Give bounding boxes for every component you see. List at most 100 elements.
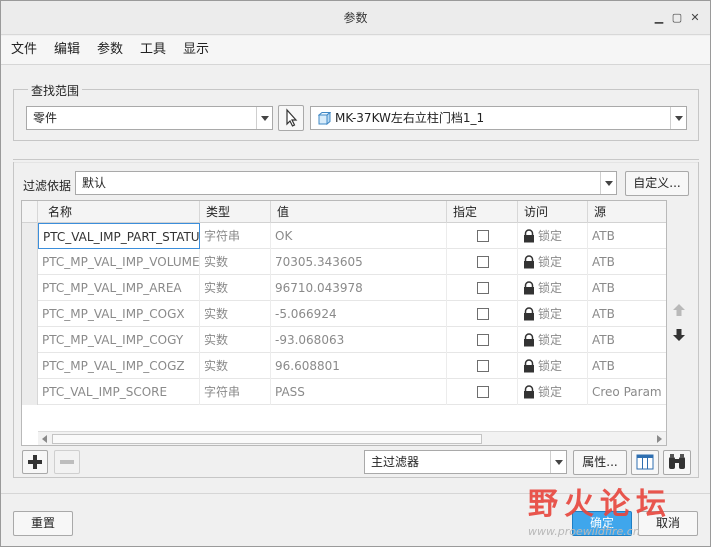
menu-tools[interactable]: 工具	[140, 36, 166, 64]
cell-designate[interactable]	[447, 301, 518, 327]
access-label: 锁定	[538, 385, 563, 399]
table-columns-button[interactable]	[631, 450, 659, 475]
model-dropdown[interactable]: MK-37KW左右立柱门档1_1	[310, 106, 687, 130]
properties-button[interactable]: 属性...	[573, 450, 627, 475]
customize-button[interactable]: 自定义...	[625, 171, 689, 196]
remove-parameter-button[interactable]	[54, 450, 80, 474]
lock-icon	[524, 281, 534, 295]
cell-designate[interactable]	[447, 223, 518, 249]
row-header[interactable]	[22, 249, 38, 275]
cell-type[interactable]: 实数	[200, 249, 271, 275]
cell-name[interactable]: PTC_VAL_IMP_SCORE	[38, 379, 200, 405]
cell-type[interactable]: 字符串	[200, 379, 271, 405]
table-row[interactable]: PTC_MP_VAL_IMP_COGX 实数 -5.066924 锁定 ATB	[22, 301, 666, 327]
designate-checkbox[interactable]	[477, 386, 489, 398]
row-header[interactable]	[22, 275, 38, 301]
cell-source[interactable]: ATB	[588, 223, 666, 249]
menu-edit[interactable]: 编辑	[54, 36, 80, 64]
row-header[interactable]	[22, 301, 38, 327]
cell-source[interactable]: ATB	[588, 327, 666, 353]
cell-designate[interactable]	[447, 327, 518, 353]
header-type[interactable]: 类型	[200, 201, 271, 223]
table-row[interactable]: PTC_VAL_IMP_PART_STATUS 字符串 OK 锁定 ATB	[22, 223, 666, 249]
header-designate[interactable]: 指定	[447, 201, 518, 223]
cell-source[interactable]: Creo Param	[588, 379, 666, 405]
add-parameter-button[interactable]	[22, 450, 48, 474]
cell-value[interactable]: -5.066924	[271, 301, 447, 327]
header-name[interactable]: 名称	[38, 201, 200, 223]
scroll-right-icon[interactable]	[657, 435, 662, 443]
cell-name[interactable]: PTC_MP_VAL_IMP_AREA	[38, 275, 200, 301]
header-source[interactable]: 源	[588, 201, 666, 223]
select-model-button[interactable]	[278, 105, 304, 131]
maximize-icon[interactable]: ▢	[670, 11, 684, 25]
table-row[interactable]: PTC_MP_VAL_IMP_VOLUME 实数 70305.343605 锁定 ATB	[22, 249, 666, 275]
designate-checkbox[interactable]	[477, 256, 489, 268]
cell-type[interactable]: 实数	[200, 353, 271, 379]
cell-access[interactable]: 锁定	[518, 301, 588, 327]
cell-access[interactable]: 锁定	[518, 275, 588, 301]
cell-access[interactable]: 锁定	[518, 223, 588, 249]
designate-checkbox[interactable]	[477, 308, 489, 320]
cell-source[interactable]: ATB	[588, 275, 666, 301]
cell-value[interactable]: 96.608801	[271, 353, 447, 379]
row-header[interactable]	[22, 327, 38, 353]
designate-checkbox[interactable]	[477, 360, 489, 372]
cell-type[interactable]: 实数	[200, 327, 271, 353]
header-value[interactable]: 值	[271, 201, 447, 223]
move-up-icon[interactable]	[672, 303, 686, 317]
minimize-icon[interactable]: ▁	[652, 11, 666, 25]
cell-designate[interactable]	[447, 249, 518, 275]
close-icon[interactable]: ✕	[688, 11, 702, 25]
reset-button[interactable]: 重置	[13, 511, 73, 536]
cell-access[interactable]: 锁定	[518, 379, 588, 405]
cell-type[interactable]: 实数	[200, 275, 271, 301]
main-filter-value: 主过滤器	[371, 455, 420, 469]
move-down-icon[interactable]	[672, 328, 686, 342]
scroll-left-icon[interactable]	[42, 435, 47, 443]
cell-value[interactable]: 96710.043978	[271, 275, 447, 301]
scope-type-dropdown[interactable]: 零件	[26, 106, 273, 130]
menu-display[interactable]: 显示	[183, 36, 209, 64]
cell-designate[interactable]	[447, 275, 518, 301]
cell-value[interactable]: 70305.343605	[271, 249, 447, 275]
cell-name[interactable]: PTC_VAL_IMP_PART_STATUS	[38, 223, 200, 249]
find-button[interactable]	[663, 450, 691, 475]
row-header[interactable]	[22, 353, 38, 379]
cell-designate[interactable]	[447, 353, 518, 379]
cell-name[interactable]: PTC_MP_VAL_IMP_VOLUME	[38, 249, 200, 275]
cell-name[interactable]: PTC_MP_VAL_IMP_COGZ	[38, 353, 200, 379]
table-row[interactable]: PTC_VAL_IMP_SCORE 字符串 PASS 锁定 Creo Param	[22, 379, 666, 405]
cell-access[interactable]: 锁定	[518, 249, 588, 275]
row-header[interactable]	[22, 379, 38, 405]
designate-checkbox[interactable]	[477, 334, 489, 346]
row-header[interactable]	[22, 223, 38, 249]
designate-checkbox[interactable]	[477, 230, 489, 242]
cell-value[interactable]: OK	[271, 223, 447, 249]
cell-source[interactable]: ATB	[588, 249, 666, 275]
filter-dropdown[interactable]: 默认	[75, 171, 617, 195]
cell-source[interactable]: ATB	[588, 301, 666, 327]
menu-file[interactable]: 文件	[11, 36, 37, 64]
cell-type[interactable]: 实数	[200, 301, 271, 327]
menu-parameters[interactable]: 参数	[97, 36, 123, 64]
table-row[interactable]: PTC_MP_VAL_IMP_COGY 实数 -93.068063 锁定 ATB	[22, 327, 666, 353]
designate-checkbox[interactable]	[477, 282, 489, 294]
main-filter-dropdown[interactable]: 主过滤器	[364, 450, 567, 474]
cell-access[interactable]: 锁定	[518, 327, 588, 353]
table-row[interactable]: PTC_MP_VAL_IMP_COGZ 实数 96.608801 锁定 ATB	[22, 353, 666, 379]
cell-source[interactable]: ATB	[588, 353, 666, 379]
window-title: 参数	[343, 11, 368, 25]
cell-name[interactable]: PTC_MP_VAL_IMP_COGY	[38, 327, 200, 353]
table-row[interactable]: PTC_MP_VAL_IMP_AREA 实数 96710.043978 锁定 ATB	[22, 275, 666, 301]
cell-type[interactable]: 字符串	[200, 223, 271, 249]
scroll-thumb[interactable]	[52, 434, 482, 444]
header-access[interactable]: 访问	[518, 201, 588, 223]
menu-bar: 文件 编辑 参数 工具 显示	[1, 36, 710, 64]
horizontal-scrollbar[interactable]	[38, 431, 666, 445]
cell-value[interactable]: PASS	[271, 379, 447, 405]
cell-designate[interactable]	[447, 379, 518, 405]
cell-name[interactable]: PTC_MP_VAL_IMP_COGX	[38, 301, 200, 327]
cell-value[interactable]: -93.068063	[271, 327, 447, 353]
cell-access[interactable]: 锁定	[518, 353, 588, 379]
